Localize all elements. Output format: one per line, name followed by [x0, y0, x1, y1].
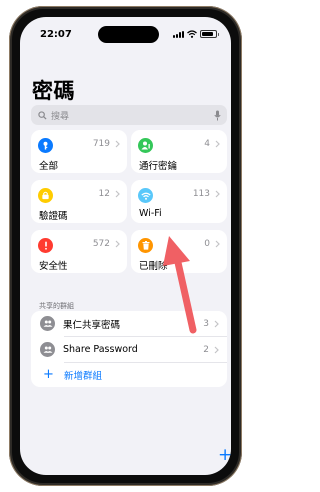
annotation-arrow — [163, 236, 197, 334]
